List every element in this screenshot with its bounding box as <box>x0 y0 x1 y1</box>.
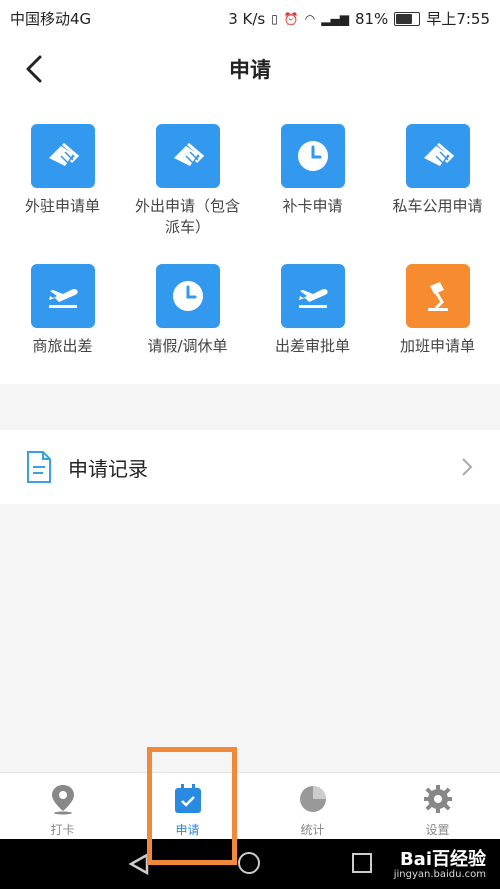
grid-item-leave-request[interactable]: 请假/调休单 <box>125 244 250 374</box>
grid-label: 请假/调休单 <box>147 337 228 355</box>
pie-chart-icon <box>300 786 326 812</box>
vibrate-icon: ▯ <box>271 11 278 26</box>
lamp-icon <box>428 282 448 311</box>
application-records-row[interactable]: 申请记录 <box>0 430 500 504</box>
grid-label: 补卡申请 <box>282 197 343 215</box>
tab-punch[interactable]: 打卡 <box>0 773 125 840</box>
plane-icon <box>299 289 328 308</box>
handshake-icon <box>49 142 80 166</box>
signal-icon: ▂▄▆ <box>321 11 349 26</box>
watermark-url: jingyan.baidu.com <box>393 869 486 880</box>
header: 申请 <box>0 34 500 104</box>
records-label: 申请记录 <box>68 457 148 481</box>
status-bar: 中国移动4G 3 K/s ▯ ⏰ ◠ ▂▄▆ 81% 早上7:55 <box>0 0 500 34</box>
plane-icon <box>49 289 78 308</box>
grid-item-outing-application[interactable]: 外出申请（包含派车） <box>125 104 250 236</box>
grid-label: 私车公用申请 <box>392 197 483 215</box>
alarm-icon: ⏰ <box>283 11 299 26</box>
wifi-icon: ◠ <box>304 11 316 26</box>
grid-item-trip-approval[interactable]: 出差审批单 <box>250 244 375 374</box>
tab-stats[interactable]: 统计 <box>250 773 375 840</box>
handshake-icon <box>424 142 455 166</box>
application-grid: 外驻申请单 外出申请（包含派车） 补卡申请 私车公用申请 商旅出差 请假/调休单… <box>0 104 500 384</box>
page-title: 申请 <box>229 58 271 82</box>
status-right: 3 K/s ▯ ⏰ ◠ ▂▄▆ 81% 早上7:55 <box>228 8 490 29</box>
watermark-logo: Bai百经验 <box>399 849 486 870</box>
grid-icon-bg <box>156 264 220 328</box>
tab-label: 设置 <box>425 823 450 837</box>
tab-label: 打卡 <box>50 823 75 837</box>
clock-time: 早上7:55 <box>426 10 490 28</box>
clock-icon <box>173 281 203 311</box>
gear-icon <box>424 785 452 813</box>
grid-item-card-makeup[interactable]: 补卡申请 <box>250 104 375 234</box>
handshake-icon <box>174 142 205 166</box>
grid-icon-bg <box>156 124 220 188</box>
grid-icon-bg <box>406 124 470 188</box>
grid-item-business-trip[interactable]: 商旅出差 <box>0 244 125 374</box>
battery-percent: 81% <box>354 9 389 28</box>
clock-icon <box>298 141 328 171</box>
grid-label: 外出申请（包含派车） <box>134 197 240 236</box>
chevron-right-icon <box>462 458 473 476</box>
grid-icon-bg <box>31 124 95 188</box>
tab-label: 申请 <box>175 823 200 837</box>
grid-label: 外驻申请单 <box>24 197 100 215</box>
bottom-tab-bar: 打卡 申请 统计 设置 <box>0 772 500 840</box>
grid-item-outpost-application[interactable]: 外驻申请单 <box>0 104 125 234</box>
grid-label: 商旅出差 <box>32 337 93 355</box>
grid-icon-bg <box>406 264 470 328</box>
location-icon <box>52 785 74 815</box>
grid-icon-bg <box>281 264 345 328</box>
system-nav-bar: Bai百经验 jingyan.baidu.com <box>0 839 500 889</box>
battery-icon <box>394 11 421 26</box>
tab-label: 统计 <box>300 823 325 837</box>
network-speed: 3 K/s <box>228 9 266 28</box>
document-icon <box>27 451 51 483</box>
carrier-label: 中国移动4G <box>10 10 92 28</box>
nav-recent-icon[interactable] <box>352 853 372 873</box>
tab-apply[interactable]: 申请 <box>125 773 250 840</box>
grid-item-overtime[interactable]: 加班申请单 <box>375 244 500 374</box>
calendar-check-icon <box>175 784 201 813</box>
grid-icon-bg <box>281 124 345 188</box>
grid-label: 加班申请单 <box>399 337 475 355</box>
nav-home-icon[interactable] <box>238 852 260 874</box>
grid-icon-bg <box>31 264 95 328</box>
nav-back-icon[interactable] <box>128 853 150 875</box>
grid-label: 出差审批单 <box>274 337 350 355</box>
grid-item-private-car[interactable]: 私车公用申请 <box>375 104 500 234</box>
tab-settings[interactable]: 设置 <box>375 773 500 840</box>
